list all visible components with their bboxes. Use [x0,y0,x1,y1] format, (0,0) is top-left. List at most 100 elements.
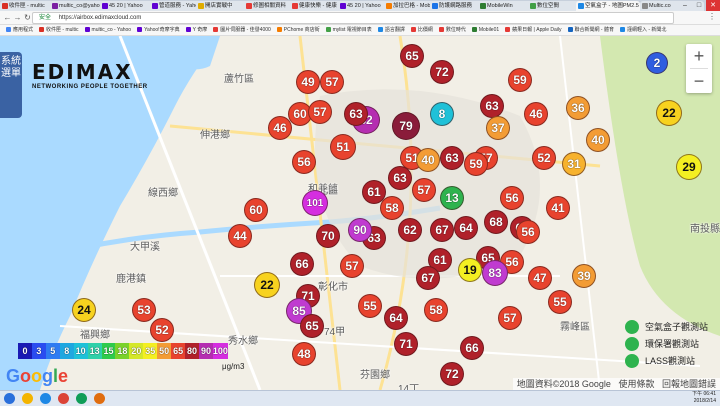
maximize-icon[interactable]: □ [692,0,706,11]
bookmark-item[interactable]: 比價網 [410,25,433,35]
airbox-marker[interactable]: 57 [308,100,332,124]
airbox-marker[interactable]: 2 [646,52,668,74]
folder-icon[interactable] [22,393,33,404]
bookmark-item[interactable]: 語言翻譯 [377,25,405,35]
browser-tab[interactable]: 空氣盒子 - 地圖PM2.5 [576,1,640,11]
clock-date: 2018/2/14 [693,398,716,404]
airbox-marker[interactable]: 64 [384,306,408,330]
url-input[interactable]: 安全 https://airbox.edimaxcloud.com [32,12,674,24]
airbox-marker[interactable]: 57 [498,306,522,330]
airbox-marker[interactable]: 19 [458,258,482,282]
airbox-marker[interactable]: 31 [562,152,586,176]
airbox-marker[interactable]: 8 [430,102,454,126]
station-icon [624,319,639,334]
airbox-marker[interactable]: 63 [480,94,504,118]
bookmark-item[interactable]: Mobile01 [471,25,499,35]
airbox-marker[interactable]: 63 [344,102,368,126]
airbox-marker[interactable]: 90 [348,218,372,242]
airbox-marker[interactable]: 70 [316,224,340,248]
airbox-marker[interactable]: 65 [400,44,424,68]
airbox-marker[interactable]: 22 [254,272,280,298]
zoom-out-button[interactable]: − [686,69,712,93]
airbox-marker[interactable]: 51 [330,134,356,160]
airbox-marker[interactable]: 72 [440,362,464,386]
airbox-marker[interactable]: 71 [394,332,418,356]
bookmark-item[interactable]: 應用程式 [6,25,33,35]
airbox-marker[interactable]: 39 [572,264,596,288]
airbox-marker[interactable]: 64 [454,216,478,240]
airbox-marker[interactable]: 68 [484,210,508,234]
airbox-marker[interactable]: 53 [132,298,156,322]
airbox-marker[interactable]: 52 [532,146,556,170]
bookmark-item[interactable]: mylist 電視節目表 [325,25,372,35]
airbox-marker[interactable]: 56 [500,186,524,210]
bookmark-item[interactable]: 數位時代 [438,25,466,35]
map-view[interactable]: 蘆竹區 伸港鄉 線西鄉 和美鎮 鹿港鎮 福興鄉 秀水鄉 彰化市 芬園鄉 霧峰區 南投縣 74甲 14丁北… [0,36,720,390]
bookmark-item[interactable]: 聯合新聞網 - 體育 [567,25,614,35]
airbox-marker[interactable]: 36 [566,96,590,120]
airbox-marker[interactable]: 59 [464,152,488,176]
zoom-in-button[interactable]: + [686,44,712,68]
airbox-marker[interactable]: 57 [340,254,364,278]
airbox-marker[interactable]: 57 [412,178,436,202]
airbox-marker[interactable]: 49 [296,70,320,94]
airbox-marker[interactable]: 83 [482,260,508,286]
airbox-marker[interactable]: 59 [508,68,532,92]
airbox-marker[interactable]: 48 [292,342,316,366]
airbox-marker[interactable]: 29 [676,154,702,180]
system-menu-button[interactable]: 系統選單 [0,52,22,118]
airbox-marker[interactable]: 65 [300,314,324,338]
airbox-marker[interactable]: 56 [516,220,540,244]
airbox-marker[interactable]: 24 [72,298,96,322]
bookmark-item[interactable]: 謹網輕入 - 新聞北 [619,25,666,35]
firefox-icon[interactable] [94,393,105,404]
airbox-marker[interactable]: 57 [320,70,344,94]
bookmark-item[interactable]: 收件匣 - multic [39,25,79,35]
system-tray[interactable]: 下午 06:41 2018/2/14 [692,391,716,405]
airbox-marker[interactable]: 22 [656,100,682,126]
airbox-marker[interactable]: 67 [430,218,454,242]
airbox-marker[interactable]: 63 [440,146,464,170]
bookmark-item[interactable]: 圖片伺服器 - 佳發4000 [213,25,271,35]
airbox-marker[interactable]: 46 [524,102,548,126]
airbox-marker[interactable]: 40 [416,148,440,172]
airbox-marker[interactable]: 56 [292,150,316,174]
airbox-marker[interactable]: 44 [228,224,252,248]
airbox-marker[interactable]: 66 [290,252,314,276]
terms-link[interactable]: 使用條款 [618,379,654,389]
chrome-icon[interactable] [58,393,69,404]
airbox-marker[interactable]: 55 [358,294,382,318]
report-error-link[interactable]: 回報地圖錯誤 [662,379,716,389]
menu-icon[interactable]: ⋮ [708,12,716,21]
bookmark-item[interactable]: Y 奇摩 [185,25,207,35]
bookmark-icon [213,27,219,33]
airbox-marker[interactable]: 101 [302,190,328,216]
bookmark-item[interactable]: PChome 商店街 [276,25,320,35]
bookmark-item[interactable]: multic_co - Yahoo [84,25,131,35]
airbox-marker[interactable]: 63 [388,166,412,190]
airbox-marker[interactable]: 37 [486,116,510,140]
bookmark-icon [410,27,416,33]
minimize-icon[interactable]: – [678,0,692,11]
close-icon[interactable]: ✕ [706,0,720,11]
line-icon[interactable] [76,393,87,404]
airbox-marker[interactable]: 72 [430,60,454,84]
airbox-marker[interactable]: 79 [392,112,420,140]
airbox-marker[interactable]: 62 [398,218,422,242]
airbox-marker[interactable]: 60 [244,198,268,222]
airbox-marker[interactable]: 58 [380,196,404,220]
start-icon[interactable] [4,393,15,404]
airbox-marker[interactable]: 47 [528,266,552,290]
airbox-marker[interactable]: 41 [546,196,570,220]
ie-icon[interactable] [40,393,51,404]
airbox-marker[interactable]: 40 [586,128,610,152]
airbox-marker[interactable]: 55 [548,290,572,314]
airbox-marker[interactable]: 13 [440,186,464,210]
airbox-marker[interactable]: 67 [416,266,440,290]
airbox-marker[interactable]: 46 [268,116,292,140]
airbox-marker[interactable]: 52 [150,318,174,342]
bookmark-item[interactable]: Yahoo!奇摩字典 [137,25,180,35]
bookmark-item[interactable]: 蘋果日報 | Apple Daily [505,25,562,35]
airbox-marker[interactable]: 66 [460,336,484,360]
airbox-marker[interactable]: 58 [424,298,448,322]
